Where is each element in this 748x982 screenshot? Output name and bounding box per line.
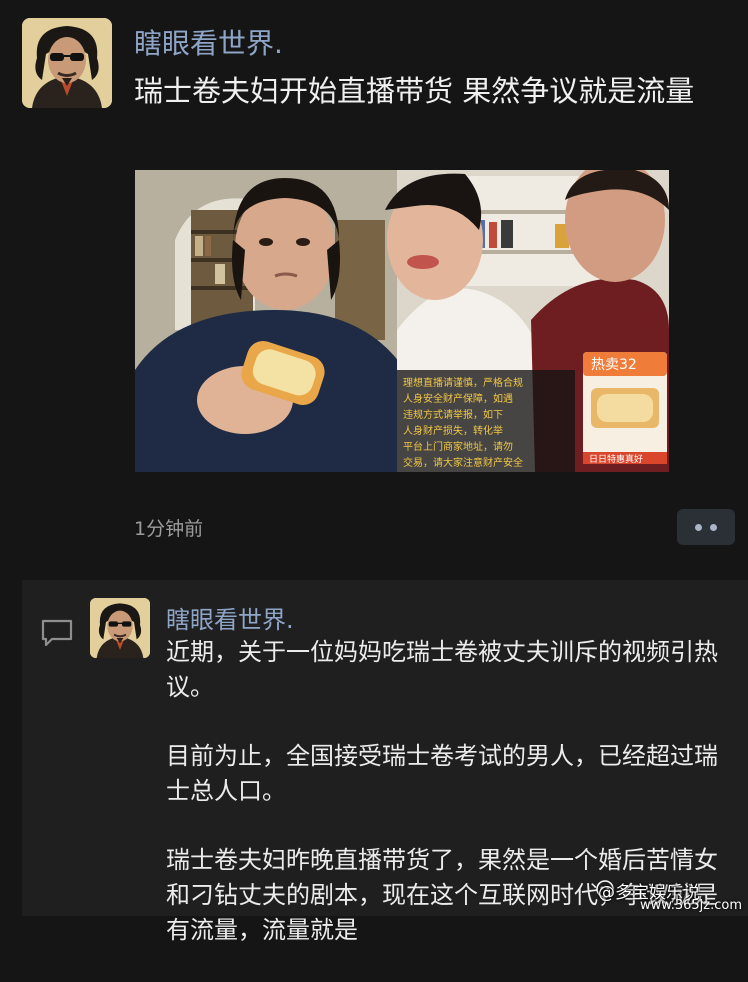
post-username[interactable]: 瞎眼看世界. <box>134 22 283 62</box>
overlay-line: 人身财产损失，转化举 <box>403 424 503 437</box>
avatar[interactable] <box>22 18 112 108</box>
comment-text: 近期，关于一位妈妈吃瑞士卷被丈夫训斥的视频引热议。 目前为止，全国接受瑞士卷考试… <box>166 635 726 982</box>
comment-username[interactable]: 瞎眼看世界. <box>166 600 294 635</box>
overlay-line: 平台上门商家地址，请勿 <box>403 440 513 453</box>
comment-paragraph: 近期，关于一位妈妈吃瑞士卷被丈夫训斥的视频引热议。 <box>166 638 718 701</box>
portrait-avatar-icon <box>90 598 150 658</box>
dot-icon <box>710 523 717 531</box>
hot-sale-badge: 热卖32 <box>591 357 637 373</box>
more-options-button[interactable] <box>677 509 735 545</box>
post-text: 瑞士卷夫妇开始直播带货 果然争议就是流量 <box>134 74 695 108</box>
avatar[interactable] <box>90 598 150 658</box>
overlay-line: 交易，请大家注意财产安全 <box>403 456 523 469</box>
comment-bubble-icon <box>41 619 73 647</box>
comment-card: 瞎眼看世界. 近期，关于一位妈妈吃瑞士卷被丈夫训斥的视频引热议。 目前为止，全国… <box>22 580 748 944</box>
portrait-avatar-icon <box>22 18 112 108</box>
post-card: 瞎眼看世界. 瑞士卷夫妇开始直播带货 果然争议就是流量 理想直播请谨慎，严格合规… <box>0 0 748 580</box>
post-timestamp: 1分钟前 <box>134 518 204 540</box>
overlay-line: 人身安全财产保障，如遇 <box>403 392 513 405</box>
product-tag: 日日特惠真好 <box>589 453 643 465</box>
watermark-url: www.365jz.com <box>640 898 742 913</box>
video-thumbnail[interactable]: 理想直播请谨慎，严格合规 人身安全财产保障，如遇 违规方式请举报，如下 人身财产… <box>135 170 669 472</box>
comment-paragraph: 目前为止，全国接受瑞士卷考试的男人，已经超过瑞士总人口。 <box>166 742 718 805</box>
overlay-line: 理想直播请谨慎，严格合规 <box>403 376 523 389</box>
dot-icon <box>695 523 702 531</box>
overlay-line: 违规方式请举报，如下 <box>403 408 503 421</box>
